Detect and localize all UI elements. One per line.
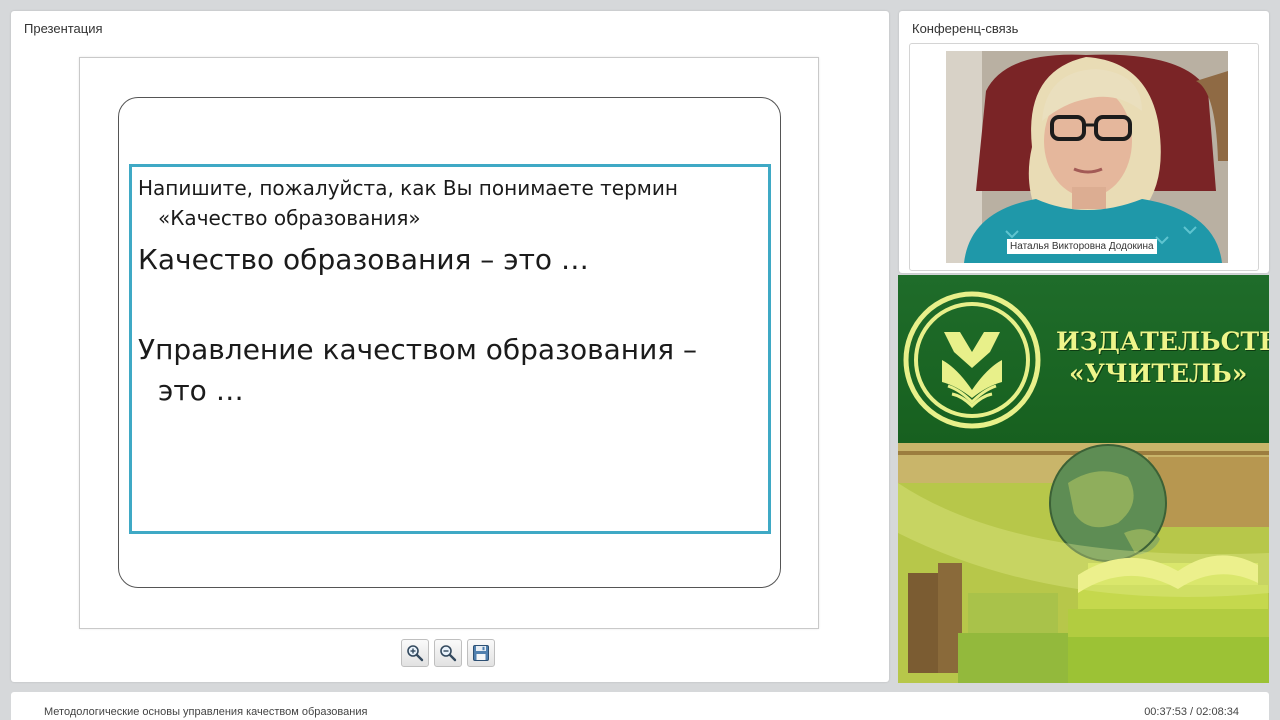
slide-item-management-line-1: Управление качеством образования – xyxy=(138,333,698,366)
slide-toolbar xyxy=(401,639,495,667)
presentation-panel: Презентация Напишите, пожалуйста, как Вы… xyxy=(11,11,889,682)
zoom-out-icon xyxy=(440,645,457,662)
participant-name-label: Наталья Викторовна Додокина xyxy=(1007,239,1157,254)
course-title: Методологические основы управления качес… xyxy=(44,706,368,718)
publisher-banner[interactable]: ИЗДАТЕЛЬСТВО «УЧИТЕЛЬ» xyxy=(898,275,1269,683)
banner-image xyxy=(898,443,1269,683)
save-button[interactable] xyxy=(467,639,495,667)
zoom-in-icon xyxy=(407,645,424,662)
slide-item-management-line-2: это … xyxy=(158,374,244,407)
publisher-logo xyxy=(903,291,1041,429)
slide-item-quality: Качество образования – это … xyxy=(138,243,589,276)
books-and-globe-image xyxy=(898,443,1269,683)
video-container: Наталья Викторовна Додокина xyxy=(909,43,1259,271)
playback-time: 00:37:53 / 02:08:34 xyxy=(1144,706,1239,718)
slide-viewer[interactable]: Напишите, пожалуйста, как Вы понимаете т… xyxy=(79,57,819,629)
zoom-out-button[interactable] xyxy=(434,639,462,667)
slide-question-line-2: «Качество образования» xyxy=(158,206,421,230)
banner-title-line-1: ИЗДАТЕЛЬСТВО xyxy=(1056,327,1269,356)
conference-panel: Конференц-связь Наталья Викторовна Додок… xyxy=(899,11,1269,273)
banner-header: ИЗДАТЕЛЬСТВО «УЧИТЕЛЬ» xyxy=(898,275,1269,443)
slide-question-line-1: Напишите, пожалуйста, как Вы понимаете т… xyxy=(138,176,678,200)
presenter-image xyxy=(946,51,1228,263)
footer-bar: Методологические основы управления качес… xyxy=(11,692,1269,720)
slide-frame: Напишите, пожалуйста, как Вы понимаете т… xyxy=(118,97,781,588)
webcam-video[interactable]: Наталья Викторовна Додокина xyxy=(946,51,1228,263)
slide-textbox: Напишите, пожалуйста, как Вы понимаете т… xyxy=(129,164,771,534)
floppy-disk-icon xyxy=(473,645,489,661)
presentation-title: Презентация xyxy=(24,21,103,36)
banner-title-line-2: «УЧИТЕЛЬ» xyxy=(1069,359,1248,388)
zoom-in-button[interactable] xyxy=(401,639,429,667)
conference-title: Конференц-связь xyxy=(912,21,1019,36)
